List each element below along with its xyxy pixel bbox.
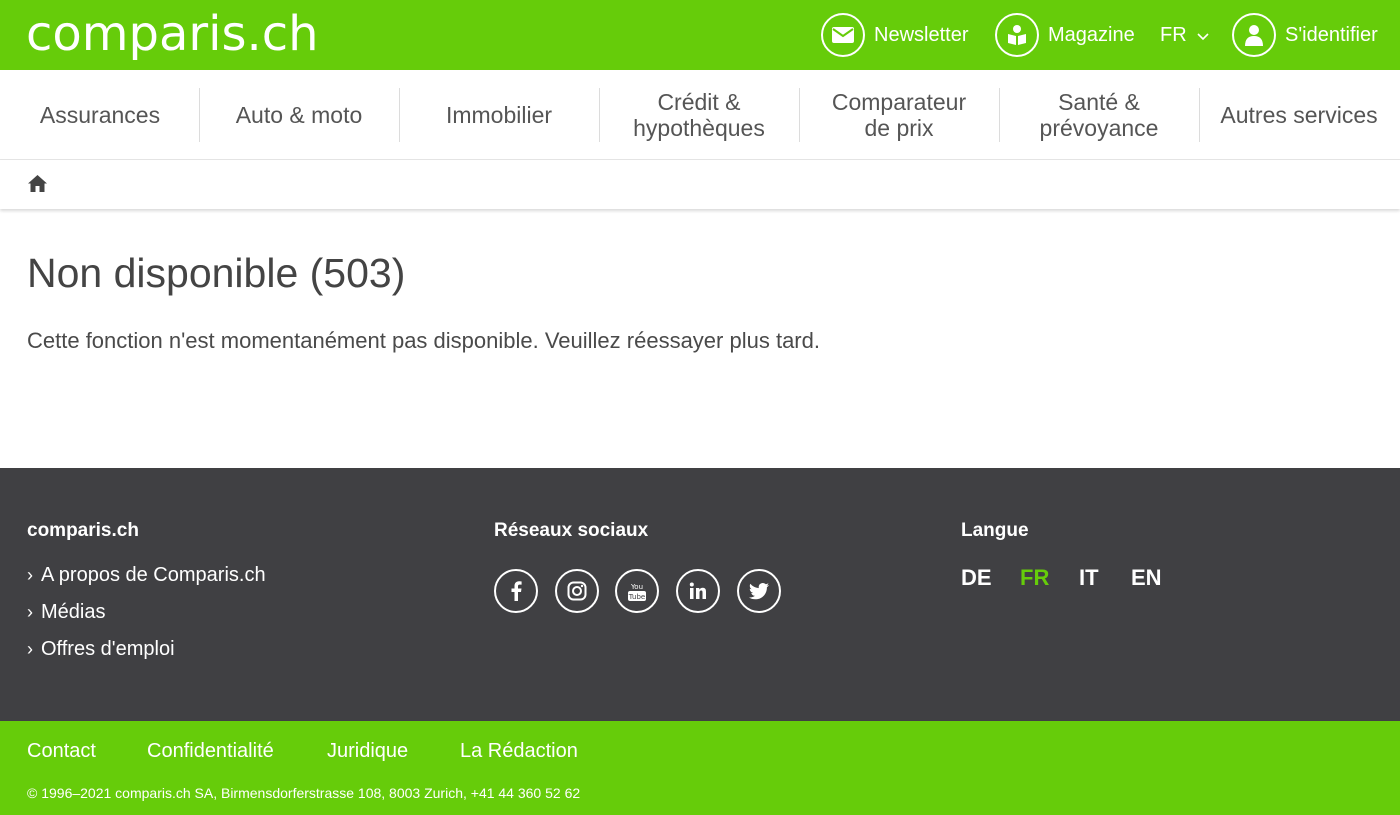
- page-title: Non disponible (503): [27, 250, 406, 296]
- magazine-link[interactable]: Magazine: [995, 12, 1135, 58]
- sub-footer: Contact Confidentialité Juridique La Réd…: [0, 721, 1400, 815]
- chevron-right-icon: ›: [27, 639, 33, 659]
- nav-item-autres[interactable]: Autres services: [1199, 70, 1399, 160]
- chevron-down-icon: [1197, 24, 1209, 47]
- nav-item-comparateur[interactable]: Comparateur de prix: [799, 70, 999, 160]
- svg-text:Tube: Tube: [628, 593, 645, 601]
- twitter-icon[interactable]: [737, 569, 781, 613]
- footer: comparis.ch › A propos de Comparis.ch › …: [0, 468, 1400, 721]
- login-link[interactable]: S'identifier: [1232, 12, 1378, 58]
- logo[interactable]: comparis.ch: [26, 4, 319, 64]
- nav-item-assurances[interactable]: Assurances: [0, 70, 200, 160]
- envelope-icon: [821, 13, 865, 57]
- chevron-right-icon: ›: [27, 565, 33, 585]
- lang-fr[interactable]: FR: [1020, 565, 1049, 591]
- legal-link[interactable]: Juridique: [327, 740, 408, 763]
- linkedin-icon[interactable]: [676, 569, 720, 613]
- facebook-icon[interactable]: [494, 569, 538, 613]
- youtube-icon[interactable]: You Tube: [615, 569, 659, 613]
- language-label: FR: [1160, 23, 1187, 46]
- reader-icon: [995, 13, 1039, 57]
- home-icon[interactable]: [27, 174, 48, 198]
- user-icon: [1232, 13, 1276, 57]
- newsletter-link[interactable]: Newsletter: [821, 12, 968, 58]
- footer-link-jobs[interactable]: › Offres d'emploi: [27, 638, 175, 661]
- footer-title-social: Réseaux sociaux: [494, 520, 649, 541]
- error-message: Cette fonction n'est momentanément pas d…: [27, 328, 820, 353]
- footer-link-medias[interactable]: › Médias: [27, 601, 105, 624]
- nav-item-immobilier[interactable]: Immobilier: [399, 70, 599, 160]
- footer-title-langue: Langue: [961, 520, 1029, 541]
- contact-link[interactable]: Contact: [27, 740, 96, 763]
- privacy-link[interactable]: Confidentialité: [147, 740, 274, 763]
- lang-en[interactable]: EN: [1131, 565, 1162, 591]
- breadcrumb: [0, 160, 1400, 209]
- lang-it[interactable]: IT: [1079, 565, 1099, 591]
- nav-item-credit[interactable]: Crédit & hypothèques: [599, 70, 799, 160]
- top-header: comparis.ch Newsletter Magazine FR S'ide…: [0, 0, 1400, 70]
- login-label: S'identifier: [1285, 23, 1378, 46]
- language-selector[interactable]: FR: [1160, 12, 1209, 58]
- footer-title-comparis: comparis.ch: [27, 520, 139, 541]
- main-navigation: Assurances Auto & moto Immobilier Crédit…: [0, 70, 1400, 160]
- instagram-icon[interactable]: [555, 569, 599, 613]
- footer-link-about[interactable]: › A propos de Comparis.ch: [27, 564, 266, 587]
- svg-text:You: You: [630, 583, 643, 591]
- nav-item-auto-moto[interactable]: Auto & moto: [199, 70, 399, 160]
- nav-item-sante[interactable]: Santé & prévoyance: [999, 70, 1199, 160]
- chevron-right-icon: ›: [27, 602, 33, 622]
- editorial-link[interactable]: La Rédaction: [460, 740, 578, 763]
- lang-de[interactable]: DE: [961, 565, 992, 591]
- copyright: © 1996–2021 comparis.ch SA, Birmensdorfe…: [27, 785, 581, 801]
- magazine-label: Magazine: [1048, 23, 1135, 46]
- newsletter-label: Newsletter: [874, 23, 969, 46]
